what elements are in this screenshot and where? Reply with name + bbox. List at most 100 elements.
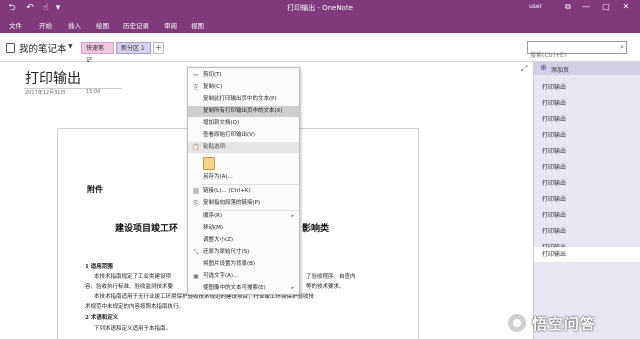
menu-item-copy-link-paragraph[interactable]: ⎘ 复制指向段落的链接(P) <box>188 198 299 209</box>
paste-option-icon[interactable] <box>203 157 215 170</box>
doc-heading: 附件 <box>87 184 103 194</box>
watermark-logo-icon <box>506 312 528 334</box>
menu-item-label: 还原为原始尺寸(S) <box>203 249 250 255</box>
scissors-icon: ✂ <box>193 72 199 79</box>
alt-text-icon: ▣ <box>193 273 199 280</box>
chevron-right-icon: ▸ <box>291 213 294 219</box>
user-name[interactable]: user <box>529 3 542 10</box>
copy-icon: ⎘ <box>193 84 199 91</box>
notebook-name[interactable]: 我的笔记本 <box>19 41 67 55</box>
page-time: 15:00 <box>86 89 101 95</box>
tab-section-new-1[interactable]: 新分区 1 <box>116 42 151 54</box>
menu-item-link[interactable]: ⛓ 链接(L)... (Ctrl+K) <box>188 186 299 197</box>
menu-item-label: 复制此打印输出页中的文本(P) <box>203 96 277 102</box>
menu-item-label: 使图像中的文本可搜索(E) <box>203 285 266 291</box>
page-list-item[interactable]: 打印输出 <box>534 80 640 95</box>
ribbon-display-icon[interactable]: ⧉ <box>562 1 574 13</box>
expand-icon[interactable]: ⤢ <box>521 64 527 74</box>
plus-icon: ⊕ <box>540 63 547 72</box>
page-date: 2017年12月31日 <box>25 90 66 96</box>
watermark: 悟空问答 <box>506 312 634 334</box>
page-list-item-selected[interactable]: 打印输出 <box>534 247 640 262</box>
clipboard-icon: 📋 <box>192 144 200 151</box>
menu-item-save-as[interactable]: 另存为(A)... <box>188 172 299 183</box>
menu-item-label: 复制指向段落的链接(P) <box>203 200 261 206</box>
tab-home[interactable]: 开始 <box>39 20 52 30</box>
onenote-window: ⮌ ↶ ☝ ▾ 打印输出 - OneNote user ⧉ — □ ✕ 文件 开… <box>0 0 640 339</box>
menu-item-resize[interactable]: 调整大小(Z) <box>188 235 299 246</box>
tab-insert[interactable]: 插入 <box>68 20 81 30</box>
menu-item-copy-text-this-page[interactable]: 复制此打印输出页中的文本(P) <box>188 94 299 105</box>
page-list-item[interactable]: 打印输出 <box>534 176 640 191</box>
menu-item-move[interactable]: 移动(M) <box>188 223 299 234</box>
context-menu: ✂ 剪切(T) ⎘ 复制(C) 复制此打印输出页中的文本(P) 复制所有打印输出页中… <box>187 67 300 295</box>
chevron-down-icon[interactable]: ▼ <box>68 43 73 50</box>
menu-item-label: 顺序(R) <box>203 213 223 219</box>
menu-item-set-background[interactable]: 将图片设置为背景(B) <box>188 259 299 270</box>
menu-item-copy-text-all-pages[interactable]: 复制所有打印输出页中的文本(X) <box>188 106 299 117</box>
menu-item-label: 查看原始打印输出(V) <box>203 132 256 138</box>
menu-item-label: 增加到文档(Q) <box>203 120 240 126</box>
doc-para1-line1: 本技术指南规定了工业类建设项 <box>94 274 172 280</box>
link-icon: ⛓ <box>192 188 200 195</box>
page-list-item[interactable]: 打印输出 <box>534 160 640 175</box>
notebook-bar: 我的笔记本 ▼ 快速笔记 新分区 1 + ⌕ <box>0 33 640 64</box>
ribbon-tabs: 文件 开始 插入 绘图 历史记录 审阅 视图 <box>0 16 640 33</box>
watermark-text: 悟空问答 <box>532 315 597 333</box>
doc-para1-line2: 容、验收执行标准、验收监测技术要 <box>85 284 174 290</box>
doc-title-left: 建设项目竣工环 <box>115 224 179 234</box>
tab-history[interactable]: 历史记录 <box>123 20 149 30</box>
page-list-item[interactable]: 打印输出 <box>534 128 640 143</box>
doc-para1-line2-right: 等的技术要求。 <box>306 284 345 290</box>
menu-item-label: 复制(C) <box>203 84 223 90</box>
menu-item-view-original[interactable]: 查看原始打印输出(V) <box>188 130 299 141</box>
menu-item-order[interactable]: 顺序(R) ▸ <box>188 211 299 222</box>
minimize-button[interactable]: — <box>580 1 592 13</box>
add-section-button[interactable]: + <box>153 42 164 54</box>
menu-item-label: 剪切(T) <box>203 72 222 78</box>
menu-item-copy[interactable]: ⎘ 复制(C) <box>188 82 299 93</box>
chevron-right-icon: ▸ <box>291 285 294 291</box>
doc-para2-line2: 术规范中未规定的内容按照本指南执行。 <box>85 304 185 310</box>
page-list-item[interactable]: 打印输出 <box>534 96 640 111</box>
tab-draw[interactable]: 绘图 <box>96 20 109 30</box>
page-list-item[interactable]: 打印输出 <box>534 144 640 159</box>
menu-item-label: 链接(L)... (Ctrl+K) <box>203 188 251 194</box>
page-title[interactable]: 打印输出 <box>25 68 81 88</box>
menu-item-cut[interactable]: ✂ 剪切(T) <box>188 70 299 81</box>
menu-paste-options-header: 📋 粘贴选项: <box>188 142 299 153</box>
tab-section-quick-notes[interactable]: 快速笔记 <box>81 42 114 64</box>
menu-item-make-searchable[interactable]: 使图像中的文本可搜索(E) ▸ <box>188 283 299 294</box>
menu-item-label: 可选文字(A)... <box>203 273 239 279</box>
restore-icon: ⤡ <box>193 249 199 256</box>
add-page-label: 添加页 <box>551 67 570 74</box>
menu-separator <box>202 184 299 185</box>
doc-section-1: 1 适用范围 <box>85 264 113 270</box>
link-copy-icon: ⎘ <box>193 200 199 207</box>
add-page-button[interactable]: ⊕ 添加页 <box>534 62 640 75</box>
menu-item-alt-text[interactable]: ▣ 可选文字(A)... <box>188 271 299 282</box>
search-input[interactable] <box>528 50 616 61</box>
page-list-item[interactable]: 打印输出 <box>534 192 640 207</box>
menu-item-label: 另存为(A)... <box>203 174 233 180</box>
notebook-icon[interactable] <box>6 43 15 53</box>
tab-file[interactable]: 文件 <box>9 20 22 30</box>
menu-item-add-to-doc[interactable]: 增加到文档(Q) <box>188 118 299 129</box>
menu-item-label: 移动(M) <box>203 225 224 231</box>
page-list-item[interactable]: 打印输出 <box>534 112 640 127</box>
close-button[interactable]: ✕ <box>620 1 632 13</box>
menu-item-restore-size[interactable]: ⤡ 还原为原始尺寸(S) <box>188 247 299 258</box>
maximize-button[interactable]: □ <box>600 1 612 13</box>
doc-title-right: 影响类 <box>302 224 330 234</box>
search-box: ⌕ <box>527 41 627 61</box>
page-list-item[interactable]: 打印输出 <box>534 224 640 239</box>
page-list-panel: ⊕ 添加页 打印输出 打印输出 打印输出 打印输出 打印输出 打印输出 打印输出… <box>533 62 640 339</box>
title-bar: ⮌ ↶ ☝ ▾ 打印输出 - OneNote user ⧉ — □ ✕ <box>0 0 640 16</box>
tab-review[interactable]: 审阅 <box>164 20 177 30</box>
tab-view[interactable]: 视图 <box>191 20 204 30</box>
page-list-item[interactable]: 打印输出 <box>534 208 640 223</box>
menu-item-label: 将图片设置为背景(B) <box>203 261 256 267</box>
doc-para1-line1-right: 了验收程序、自查内 <box>306 274 356 280</box>
search-icon[interactable]: ⌕ <box>620 43 624 52</box>
doc-para3: 下列术语和定义适用于本指南。 <box>94 326 172 332</box>
